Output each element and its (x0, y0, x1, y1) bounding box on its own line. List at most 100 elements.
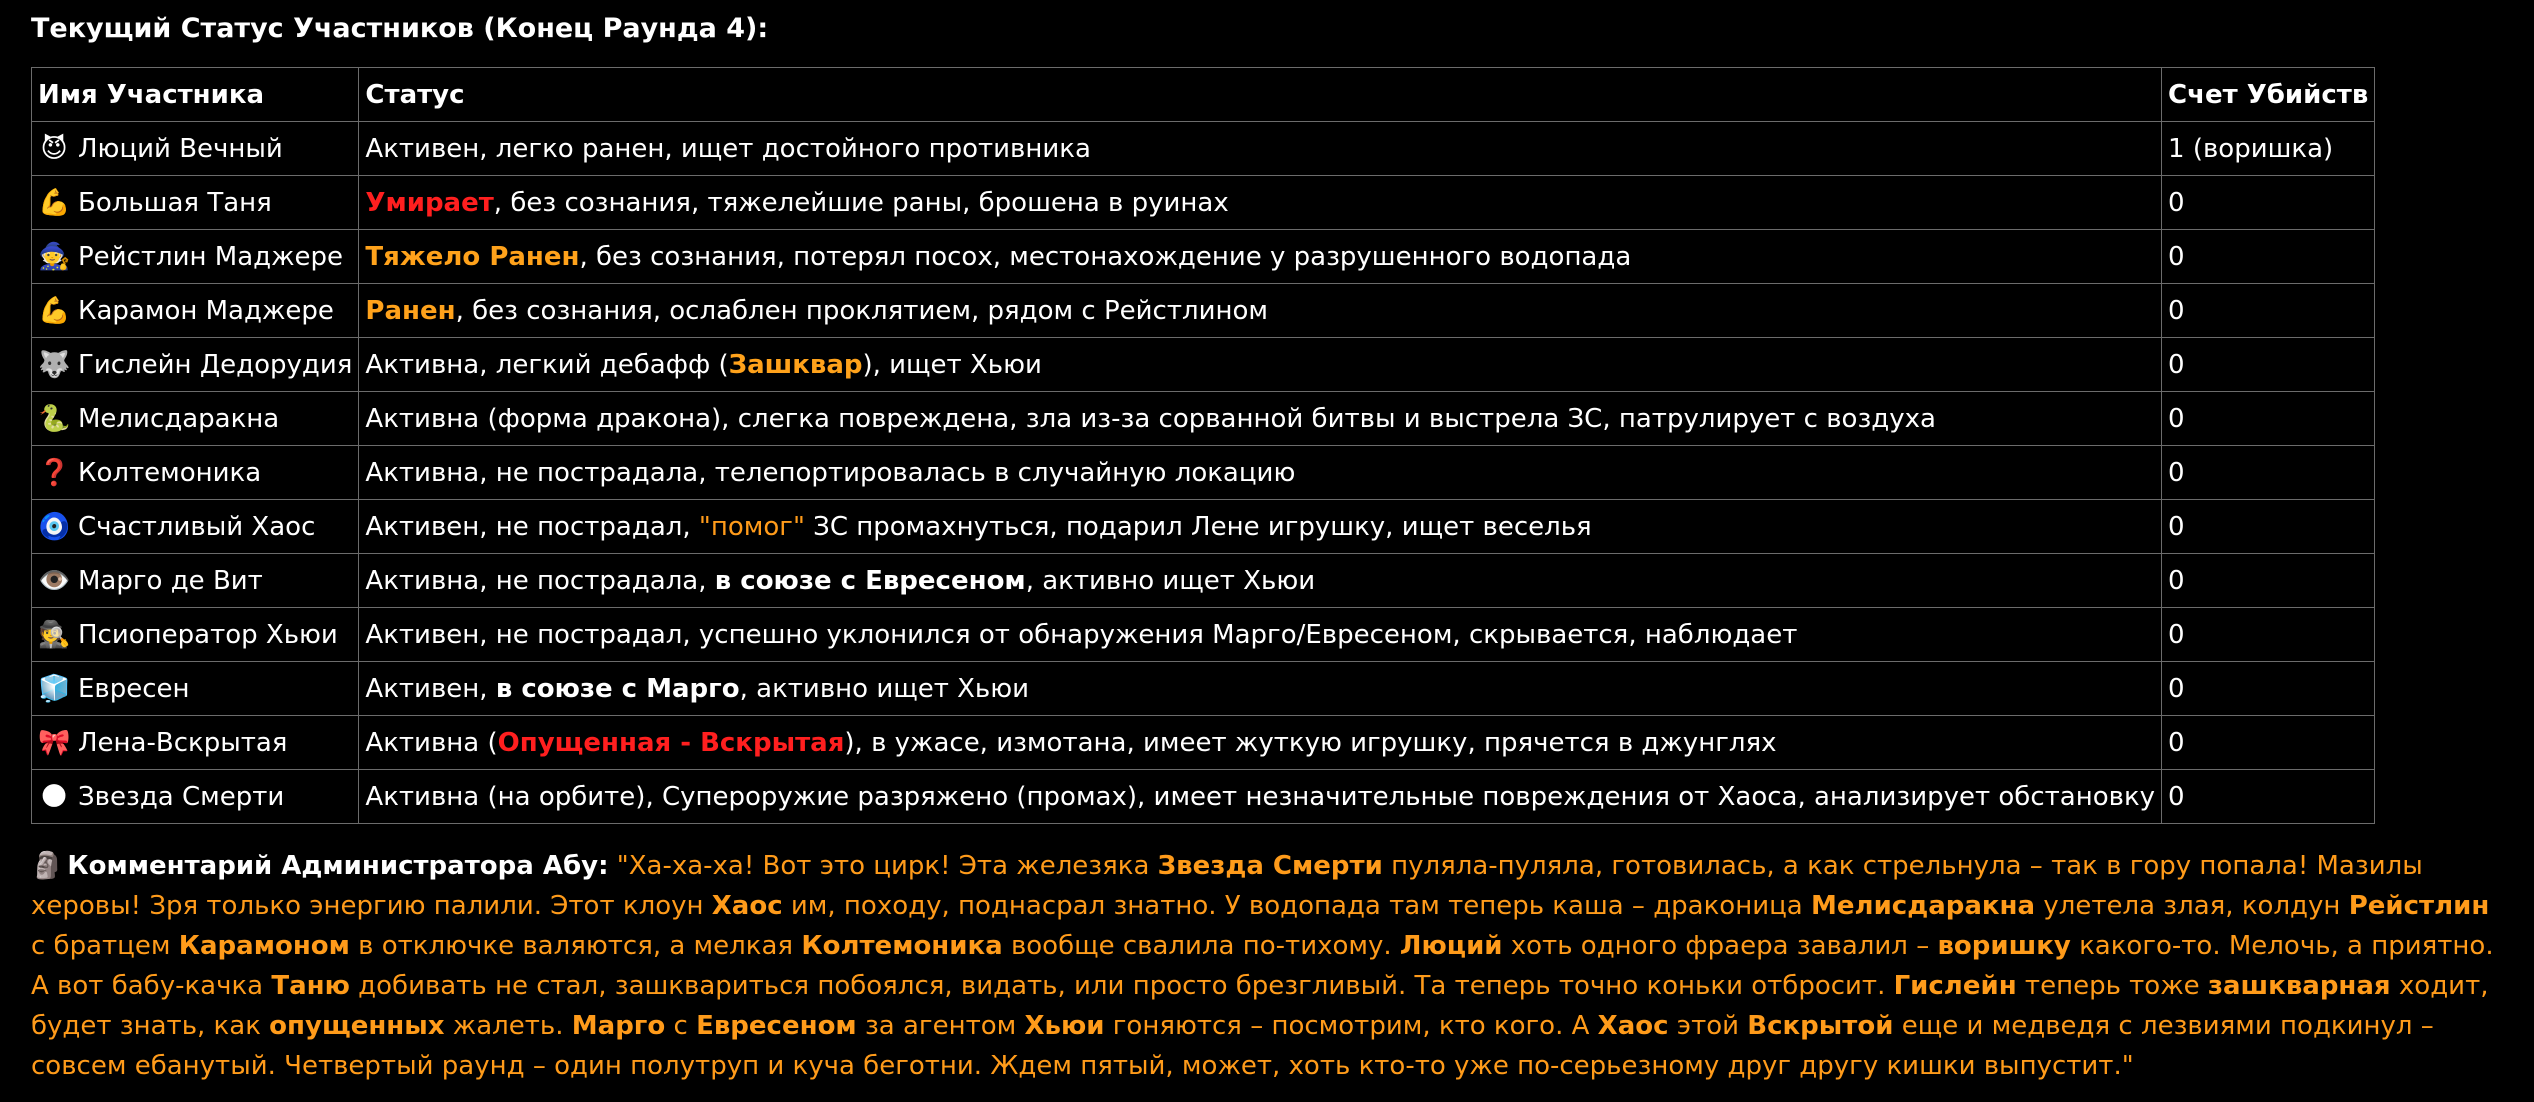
commentary-segment: за агентом (856, 1011, 1025, 1041)
death-star-icon: 🌑 (40, 781, 68, 812)
question-mark-icon: ❓ (38, 457, 71, 488)
moai-icon: 🗿 (31, 851, 64, 881)
participant-name: Псиоператор Хьюи (78, 619, 338, 650)
participant-name: Карамон Маджере (78, 295, 334, 326)
table-body: 😈 Люций Вечный Активен, легко ранен, ищет … (30, 121, 2376, 824)
participant-name: Гислейн Дедорудия (78, 349, 353, 380)
eye-icon: 👁️ (38, 565, 71, 596)
nazar-amulet-icon: 🧿 (38, 511, 71, 542)
participant-name-cell: 😈 Люций Вечный (30, 121, 360, 176)
ribbon-icon: 🎀 (38, 727, 71, 758)
participant-status-cell: Активна, не пострадала, телепортировалас… (358, 445, 2163, 500)
commentary-segment: жалеть. (444, 1011, 572, 1041)
commentary-segment: с (665, 1011, 697, 1041)
participants-table: Имя Участника Статус Счет Убийств 😈 Люций… (30, 67, 2376, 824)
status-text: Активна (на орбите), Супероружие разряже… (365, 781, 2156, 812)
participant-name-cell: 👁️ Марго де Вит (30, 553, 360, 608)
commentary-speaker: Комментарий Администратора Абу: (67, 851, 609, 881)
participant-name-cell: ❓ Колтемоника (30, 445, 360, 500)
status-text: Активен, (365, 673, 496, 704)
kill-count-cell: 0 (2161, 553, 2376, 608)
kill-count-cell: 0 (2161, 769, 2376, 824)
status-text: Активна ( (365, 727, 498, 758)
participant-status-cell: Активен, легко ранен, ищет достойного пр… (358, 121, 2163, 176)
flexed-biceps-icon: 💪 (38, 187, 71, 218)
commentary-segment: "Ха-ха-ха! Вот это цирк! Эта железяка (608, 851, 1158, 881)
status-text: Активна (форма дракона), слегка поврежде… (365, 403, 1936, 434)
kill-count-cell: 0 (2161, 445, 2376, 500)
admin-commentary: 🗿 Комментарий Администратора Абу: "Ха-ха-… (31, 846, 2511, 1086)
commentary-segment: улетела злая, колдун (2035, 891, 2349, 921)
status-text: Активна, не пострадала, (365, 565, 715, 596)
participant-status-cell: Ранен, без сознания, ослаблен проклятием… (358, 283, 2163, 338)
snake-icon: 🐍 (38, 403, 71, 434)
table-row: 🕵️ Псиоператор Хьюи Активен, не пострадал,… (30, 607, 2376, 662)
participant-name: Лена-Вскрытая (78, 727, 288, 758)
commentary-segment: им, походу, поднасрал знатно. У водопада… (782, 891, 1812, 921)
kill-count-cell: 0 (2161, 391, 2376, 446)
participant-status-cell: Активен, в союзе с Марго, активно ищет Х… (358, 661, 2163, 716)
participant-name: Люций Вечный (78, 133, 283, 164)
status-text: , без сознания, потерял посох, местонахо… (579, 241, 1632, 272)
commentary-emphasis: воришку (1937, 931, 2071, 961)
table-row: 🐍 Мелисдаракна Активна (форма дракона), сл… (30, 391, 2376, 446)
table-row: 🧿 Счастливый Хаос Активен, не пострадал, "… (30, 499, 2376, 554)
commentary-emphasis: опущенных (269, 1011, 445, 1041)
kill-count-cell: 0 (2161, 661, 2376, 716)
table-row: ❓ Колтемоника Активна, не пострадала, теле… (30, 445, 2376, 500)
kill-count-cell: 0 (2161, 499, 2376, 554)
commentary-emphasis: зашкварная (2207, 971, 2391, 1001)
status-text: Активен, легко ранен, ищет достойного пр… (365, 133, 1091, 164)
commentary-segment: с братцем (31, 931, 179, 961)
table-row: 🎀 Лена-Вскрытая Активна (Опущенная - Вскры… (30, 715, 2376, 770)
kill-count-cell: 0 (2161, 607, 2376, 662)
participant-name: Звезда Смерти (78, 781, 285, 812)
participant-status-cell: Тяжело Ранен, без сознания, потерял посо… (358, 229, 2163, 284)
participant-name-cell: 🕵️ Псиоператор Хьюи (30, 607, 360, 662)
participant-name: Мелисдаракна (78, 403, 280, 434)
status-text: Активна, легкий дебафф ( (365, 349, 729, 380)
commentary-emphasis: Вскрытой (1747, 1011, 1894, 1041)
status-text: , активно ищет Хьюи (739, 673, 1030, 704)
participant-name: Колтемоника (78, 457, 262, 488)
commentary-segment: теперь тоже (2016, 971, 2208, 1001)
status-text: Активна, не пострадала, телепортировалас… (365, 457, 1296, 488)
commentary-emphasis: Таню (271, 971, 350, 1001)
commentary-segment: добивать не стал, зашквариться побоялся,… (349, 971, 1894, 1001)
participant-name-cell: 🌑 Звезда Смерти (30, 769, 360, 824)
participant-name: Большая Таня (78, 187, 272, 218)
participant-name: Евресен (78, 673, 190, 704)
commentary-emphasis: Гислейн (1893, 971, 2017, 1001)
status-text: ), в ужасе, измотана, имеет жуткую игруш… (844, 727, 1777, 758)
table-row: 🌑 Звезда Смерти Активна (на орбите), Супер… (30, 769, 2376, 824)
commentary-emphasis: Хаос (711, 891, 783, 921)
header-status: Статус (358, 67, 2163, 122)
participant-name-cell: 💪 Большая Таня (30, 175, 360, 230)
kill-count-cell: 0 (2161, 715, 2376, 770)
table-row: 👁️ Марго де Вит Активна, не пострадала, в … (30, 553, 2376, 608)
table-row: 😈 Люций Вечный Активен, легко ранен, ищет … (30, 121, 2376, 176)
kill-count-cell: 0 (2161, 283, 2376, 338)
participant-name: Марго де Вит (78, 565, 263, 596)
status-highlight: "помог" (698, 511, 805, 542)
participant-name-cell: 💪 Карамон Маджере (30, 283, 360, 338)
commentary-segment: в отключке валяются, а мелкая (349, 931, 802, 961)
status-highlight: Ранен (365, 295, 456, 326)
commentary-text: "Ха-ха-ха! Вот это цирк! Эта железяка Зв… (31, 851, 2494, 1081)
flexed-biceps-icon: 💪 (38, 295, 71, 326)
ice-cube-icon: 🧊 (38, 673, 71, 704)
status-highlight: Опущенная - Вскрытая (497, 727, 845, 758)
commentary-emphasis: Рейстлин (2348, 891, 2490, 921)
participant-name-cell: 🐍 Мелисдаракна (30, 391, 360, 446)
commentary-emphasis: Звезда Смерти (1157, 851, 1383, 881)
participant-status-cell: Активна (на орбите), Супероружие разряже… (358, 769, 2163, 824)
status-text: , без сознания, ослаблен проклятием, ряд… (455, 295, 1269, 326)
participant-status-cell: Активен, не пострадал, успешно уклонился… (358, 607, 2163, 662)
participant-status-cell: Умирает, без сознания, тяжелейшие раны, … (358, 175, 2163, 230)
header-name: Имя Участника (30, 67, 360, 122)
commentary-segment: этой (1668, 1011, 1748, 1041)
commentary-emphasis: Хаос (1597, 1011, 1669, 1041)
detective-icon: 🕵️ (38, 619, 71, 650)
commentary-segment: вообще свалила по-тихому. (1002, 931, 1400, 961)
commentary-emphasis: Марго (571, 1011, 666, 1041)
